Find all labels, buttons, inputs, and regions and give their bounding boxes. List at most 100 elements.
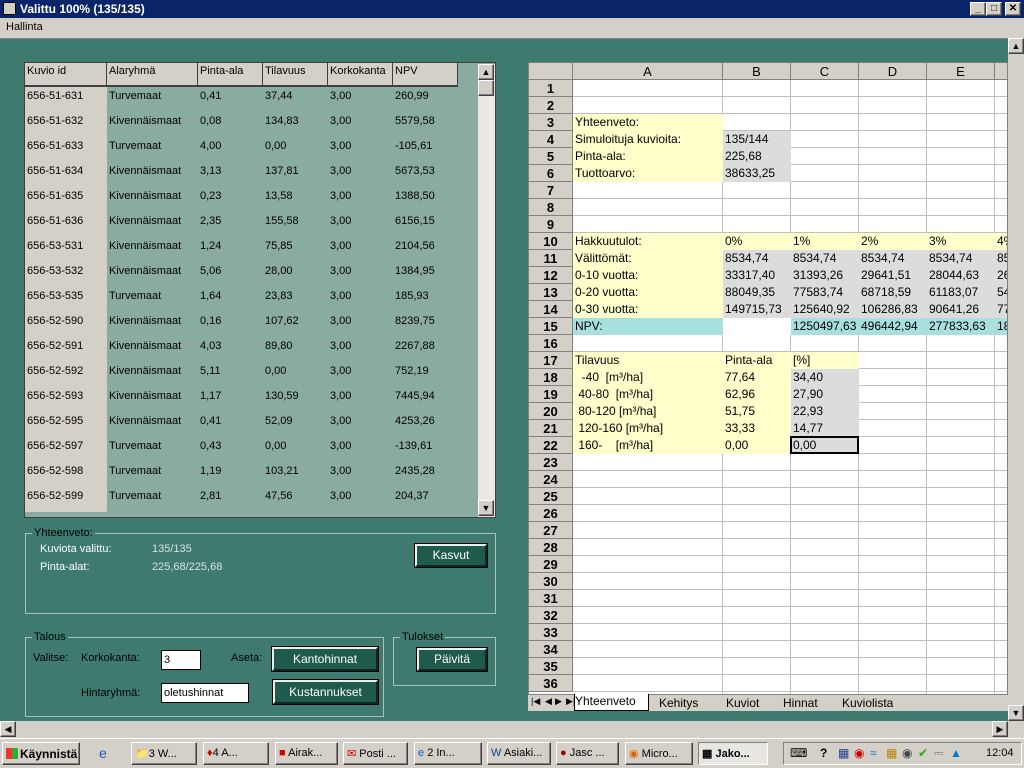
sheet-cell[interactable]: 106286,83	[859, 301, 927, 318]
table-row[interactable]: 656-53-532 Kivennäismaat 5,06 28,00 3,00 1384…	[25, 262, 458, 287]
sheet-cell[interactable]: Hakkuutulot:	[573, 233, 723, 250]
sheet-cell[interactable]: 125640,92	[791, 301, 859, 318]
kasvut-button[interactable]: Kasvut	[414, 543, 488, 568]
sheet-cell[interactable]: Pinta-ala	[723, 352, 791, 369]
grid-col-header[interactable]: Kuvio id	[25, 63, 107, 87]
tab-kuviot[interactable]: Kuviot	[726, 696, 759, 710]
row-header[interactable]: 32	[529, 607, 573, 624]
sheet-cell[interactable]: 80-120 [m³/ha]	[573, 403, 723, 420]
sheet-cell[interactable]: Tilavuus	[573, 352, 723, 369]
column-header[interactable]: A	[573, 63, 723, 80]
row-header[interactable]: 22	[529, 437, 573, 454]
table-row[interactable]: 656-52-595 Kivennäismaat 0,41 52,09 3,00 4253…	[25, 412, 458, 437]
row-header[interactable]: 21	[529, 420, 573, 437]
sheet-cell[interactable]: 277833,63	[927, 318, 995, 335]
tab-kehitys[interactable]: Kehitys	[659, 696, 698, 710]
sheet-cell[interactable]: 149715,73	[723, 301, 791, 318]
grid-icon[interactable]: ▦	[886, 746, 897, 760]
row-header[interactable]: 9	[529, 216, 573, 233]
scroll-up-icon[interactable]: ▲	[478, 64, 494, 80]
tab-hinnat[interactable]: Hinnat	[783, 696, 818, 710]
sheet-cell[interactable]: 225,68	[723, 148, 791, 165]
sheet-cell[interactable]: 135/144	[723, 131, 791, 148]
tab-next-icon[interactable]: ▶	[555, 696, 562, 707]
sheet-cell[interactable]: 0,00	[723, 437, 791, 454]
sheet-cell[interactable]: 77583,74	[791, 284, 859, 301]
table-row[interactable]: 656-51-633 Turvemaat 4,00 0,00 3,00 -105,61	[25, 137, 458, 162]
column-header[interactable]: B	[723, 63, 791, 80]
sheet-cell[interactable]: 34,40	[791, 369, 859, 386]
sheet-cell[interactable]: 90641,26	[927, 301, 995, 318]
window-scroll-up-icon[interactable]: ▲	[1008, 38, 1024, 54]
row-header[interactable]: 14	[529, 301, 573, 318]
sheet-cell[interactable]: 85	[995, 250, 1007, 267]
sheet-cell[interactable]: 496442,94	[859, 318, 927, 335]
menu-hallinta[interactable]: Hallinta	[6, 21, 43, 33]
row-header[interactable]: 27	[529, 522, 573, 539]
row-header[interactable]: 28	[529, 539, 573, 556]
row-header[interactable]: 23	[529, 454, 573, 471]
row-header[interactable]: 7	[529, 182, 573, 199]
sheet-cell[interactable]: 160- [m³/ha]	[573, 437, 723, 454]
taskbar-item[interactable]: 📁3 W...	[131, 742, 197, 765]
maximize-button[interactable]: □	[986, 2, 1002, 16]
rate-input[interactable]: 3	[161, 650, 201, 670]
app-icon[interactable]	[3, 2, 16, 15]
table-row[interactable]: 656-51-632 Kivennäismaat 0,08 134,83 3,00 557…	[25, 112, 458, 137]
sheet-cell[interactable]: 4%	[995, 233, 1007, 250]
window-horizontal-scrollbar[interactable]: ◀ ▶	[0, 721, 1008, 738]
table-row[interactable]: 656-51-635 Kivennäismaat 0,23 13,58 3,00 1388…	[25, 187, 458, 212]
column-header[interactable]: D	[859, 63, 927, 80]
sheet-cell[interactable]: 88049,35	[723, 284, 791, 301]
row-header[interactable]: 30	[529, 573, 573, 590]
sheet-cell[interactable]: 33317,40	[723, 267, 791, 284]
sheet-cell[interactable]: 0-30 vuotta:	[573, 301, 723, 318]
sheet-cell[interactable]: 77,64	[723, 369, 791, 386]
window-scroll-right-icon[interactable]: ▶	[992, 721, 1008, 737]
row-header[interactable]: 33	[529, 624, 573, 641]
table-row[interactable]: 656-53-535 Turvemaat 1,64 23,83 3,00 185,93	[25, 287, 458, 312]
sheet-cell[interactable]: 54	[995, 284, 1007, 301]
row-header[interactable]: 26	[529, 505, 573, 522]
sheet-cell[interactable]: Pinta-ala:	[573, 148, 723, 165]
window-vertical-scrollbar[interactable]: ▲ ▼	[1008, 38, 1024, 721]
row-header[interactable]: 6	[529, 165, 573, 182]
update-icon[interactable]: ▲	[950, 746, 962, 760]
row-header[interactable]: 16	[529, 335, 573, 352]
close-button[interactable]: ✕	[1005, 2, 1021, 16]
table-row[interactable]: 656-52-598 Turvemaat 1,19 103,21 3,00 2435,28	[25, 462, 458, 487]
price-group-input[interactable]: oletushinnat	[161, 683, 249, 703]
sheet-cell[interactable]: NPV:	[573, 318, 723, 335]
row-header[interactable]: 1	[529, 80, 573, 97]
row-header[interactable]: 10	[529, 233, 573, 250]
tab-kuviolista[interactable]: Kuviolista	[842, 696, 893, 710]
row-header[interactable]: 29	[529, 556, 573, 573]
keyboard-icon[interactable]: ⌨	[790, 746, 807, 760]
sheet-cell[interactable]: 2%	[859, 233, 927, 250]
table-row[interactable]: 656-51-636 Kivennäismaat 2,35 155,58 3,00 615…	[25, 212, 458, 237]
sheet-cell[interactable]: 8534,74	[859, 250, 927, 267]
table-row[interactable]: 656-53-531 Kivennäismaat 1,24 75,85 3,00 2104…	[25, 237, 458, 262]
sheet-cell[interactable]: 27,90	[791, 386, 859, 403]
sheet-cell[interactable]: 68718,59	[859, 284, 927, 301]
ie-quicklaunch-icon[interactable]: e	[99, 745, 107, 761]
row-header[interactable]: 25	[529, 488, 573, 505]
sheet-cell[interactable]: 0-20 vuotta:	[573, 284, 723, 301]
row-header[interactable]: 8	[529, 199, 573, 216]
sheet-cell[interactable]: 0-10 vuotta:	[573, 267, 723, 284]
sheet-cell[interactable]: 8534,74	[791, 250, 859, 267]
grid-col-header[interactable]: Korkokanta	[328, 63, 393, 87]
scroll-down-icon[interactable]: ▼	[478, 500, 494, 516]
table-row[interactable]: 656-52-597 Turvemaat 0,43 0,00 3,00 -139,61	[25, 437, 458, 462]
row-header[interactable]: 34	[529, 641, 573, 658]
grid-col-header[interactable]: Pinta-ala	[198, 63, 263, 87]
taskbar-item[interactable]: e 2 In...	[414, 742, 482, 765]
grid-col-header[interactable]: Tilavuus	[263, 63, 328, 87]
column-header[interactable]	[995, 63, 1007, 80]
tab-first-icon[interactable]: |◀	[531, 696, 540, 707]
row-header[interactable]: 20	[529, 403, 573, 420]
taskbar-item[interactable]: ● Jasc ...	[556, 742, 619, 765]
row-header[interactable]: 13	[529, 284, 573, 301]
grid-col-header[interactable]: Alaryhmä	[107, 63, 198, 87]
column-header[interactable]: C	[791, 63, 859, 80]
